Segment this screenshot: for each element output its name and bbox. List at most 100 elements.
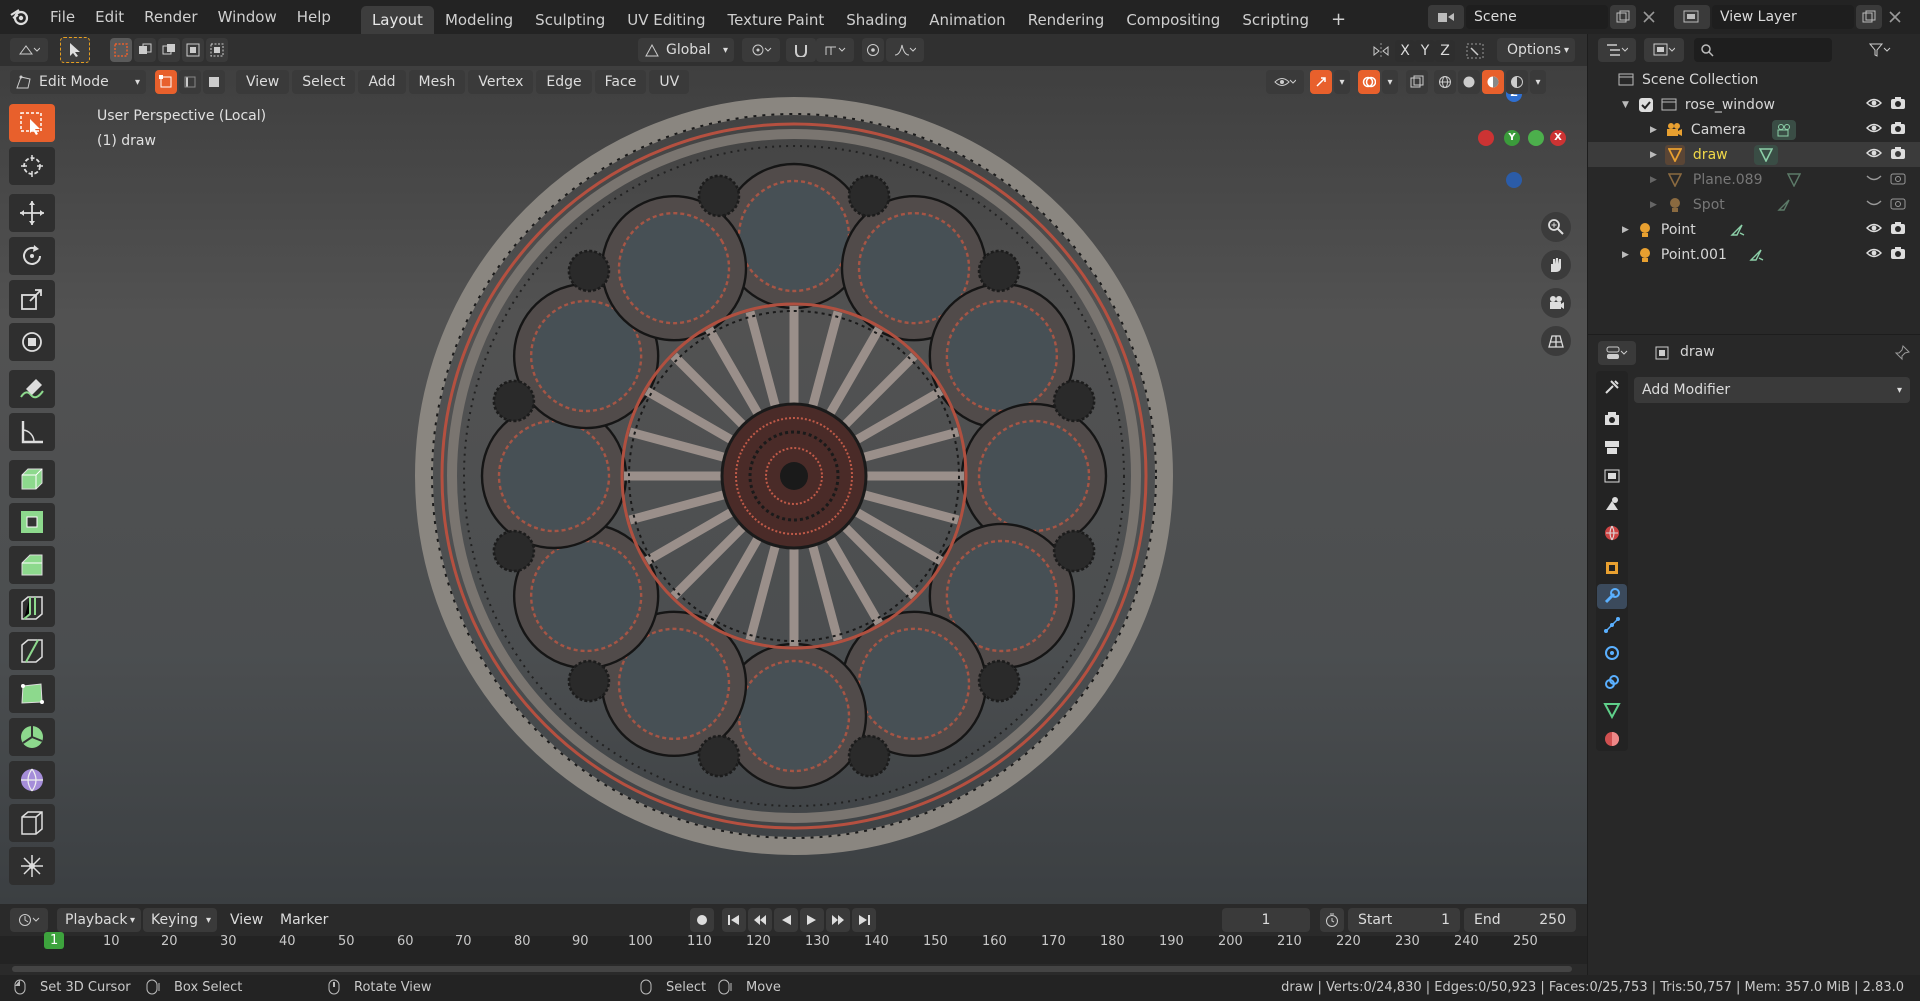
expand-arrow-icon[interactable]: ▼ <box>1622 100 1629 110</box>
tab-render[interactable] <box>1597 407 1627 431</box>
eye-icon[interactable] <box>1866 97 1882 113</box>
menu-vertex[interactable]: Vertex <box>468 70 534 94</box>
mirror-x-toggle[interactable]: X <box>1395 40 1415 62</box>
cursor-tool-icon[interactable] <box>9 147 55 185</box>
gizmo-neg-y-axis[interactable] <box>1528 130 1544 146</box>
select-new-icon[interactable] <box>110 38 132 62</box>
select-intersect-icon[interactable] <box>206 38 228 62</box>
tab-animation[interactable]: Animation <box>918 6 1016 34</box>
camera-render-icon[interactable] <box>1890 246 1906 264</box>
snap-icon[interactable] <box>786 38 816 62</box>
eye-icon[interactable] <box>1866 222 1882 238</box>
outliner-row-plane-089[interactable]: ▶ Plane.089 <box>1588 167 1920 192</box>
eye-icon[interactable] <box>1866 147 1882 163</box>
3d-viewport[interactable]: User Perspective (Local) (1) draw Z Y X <box>0 66 1587 904</box>
transform-orientation-dropdown[interactable]: Global ▾ <box>638 38 734 62</box>
outliner-row-spot[interactable]: ▶ Spot <box>1588 192 1920 217</box>
tab-output[interactable] <box>1597 435 1627 459</box>
mirror-y-toggle[interactable]: Y <box>1415 40 1435 62</box>
inset-faces-tool-icon[interactable] <box>9 503 55 541</box>
start-frame-field[interactable]: Start 1 <box>1348 908 1460 932</box>
smooth-tool-icon[interactable] <box>9 761 55 799</box>
menu-window[interactable]: Window <box>208 0 287 34</box>
light-data-icon[interactable] <box>1777 198 1791 212</box>
jump-keyframe-back-button[interactable] <box>748 908 772 932</box>
gizmo-neg-z-axis[interactable] <box>1506 172 1522 188</box>
expand-arrow-icon[interactable]: ▶ <box>1622 250 1629 260</box>
scene-collection-row[interactable]: Scene Collection <box>1588 67 1920 92</box>
wireframe-shading-icon[interactable] <box>1434 70 1456 94</box>
tab-object-data[interactable] <box>1597 698 1627 722</box>
menu-uv[interactable]: UV <box>649 70 690 94</box>
shading-dropdown-icon[interactable]: ▾ <box>1530 70 1546 94</box>
mesh-data-icon[interactable] <box>1753 144 1778 165</box>
properties-editor-type-icon[interactable] <box>1598 341 1636 365</box>
jump-end-button[interactable] <box>852 908 876 932</box>
outliner-row-camera[interactable]: ▶ Camera <box>1588 117 1920 142</box>
record-button[interactable] <box>690 908 714 932</box>
menu-select[interactable]: Select <box>292 70 356 94</box>
display-mode-icon[interactable] <box>1644 38 1684 62</box>
camera-render-icon[interactable] <box>1890 96 1906 114</box>
material-preview-shading-icon[interactable] <box>1482 70 1504 94</box>
overlays-toggle-icon[interactable] <box>1358 70 1380 94</box>
bevel-tool-icon[interactable] <box>9 546 55 584</box>
light-data-icon[interactable] <box>1729 223 1746 237</box>
select-tool-mode-icon[interactable] <box>60 37 90 63</box>
tab-tool[interactable] <box>1597 375 1627 399</box>
eye-closed-icon[interactable] <box>1866 172 1882 188</box>
pin-icon[interactable] <box>1894 345 1910 361</box>
tab-scene[interactable] <box>1597 492 1627 516</box>
shrink-fatten-tool-icon[interactable] <box>9 847 55 885</box>
timeline-editor-type-icon[interactable] <box>10 908 48 932</box>
outliner-search-input[interactable] <box>1694 38 1832 62</box>
view-layer-selector-icon[interactable] <box>1674 5 1710 29</box>
options-dropdown[interactable]: Options ▾ <box>1497 38 1575 62</box>
camera-render-icon[interactable] <box>1890 221 1906 239</box>
mode-dropdown[interactable]: Edit Mode ▾ <box>10 70 146 94</box>
select-extend-icon[interactable] <box>134 38 156 62</box>
scene-selector-icon[interactable] <box>1428 5 1464 29</box>
gizmo-neg-x-axis[interactable] <box>1478 130 1494 146</box>
collection-checkbox[interactable] <box>1638 97 1653 112</box>
tab-layout[interactable]: Layout <box>360 6 434 34</box>
select-subtract-icon[interactable] <box>158 38 180 62</box>
camera-view-icon[interactable] <box>1541 288 1571 318</box>
tab-modifiers[interactable] <box>1597 584 1627 609</box>
tab-shading[interactable]: Shading <box>835 6 918 34</box>
tab-world[interactable] <box>1597 521 1627 545</box>
outliner-row-point-001[interactable]: ▶ Point.001 <box>1588 242 1920 267</box>
mirror-z-toggle[interactable]: Z <box>1435 40 1455 62</box>
spin-tool-icon[interactable] <box>9 718 55 756</box>
jump-keyframe-forward-button[interactable] <box>826 908 850 932</box>
navigation-gizmo[interactable]: Z Y X <box>1470 86 1566 188</box>
rotate-tool-icon[interactable] <box>9 237 55 275</box>
poly-build-tool-icon[interactable] <box>9 675 55 713</box>
expand-arrow-icon[interactable]: ▶ <box>1650 175 1657 185</box>
mesh-data-icon[interactable] <box>1786 172 1801 187</box>
selectability-visibility-icon[interactable] <box>1266 70 1304 94</box>
filter-icon[interactable] <box>1862 38 1898 62</box>
menu-file[interactable]: File <box>40 0 85 34</box>
overlays-dropdown-icon[interactable]: ▾ <box>1382 70 1398 94</box>
eye-icon[interactable] <box>1866 247 1882 263</box>
outliner-editor-type-icon[interactable] <box>1598 38 1636 62</box>
select-invert-icon[interactable] <box>182 38 204 62</box>
tab-material[interactable] <box>1597 727 1627 751</box>
eye-closed-icon[interactable] <box>1866 197 1882 213</box>
camera-render-disabled-icon[interactable] <box>1890 196 1906 214</box>
expand-arrow-icon[interactable]: ▶ <box>1622 225 1629 235</box>
proportional-falloff-icon[interactable] <box>886 38 924 62</box>
move-tool-icon[interactable] <box>9 194 55 232</box>
menu-help[interactable]: Help <box>287 0 341 34</box>
scene-name-field[interactable]: Scene <box>1466 5 1608 29</box>
menu-add[interactable]: Add <box>358 70 406 94</box>
tab-view-layer[interactable] <box>1597 464 1627 488</box>
camera-data-icon[interactable] <box>1771 119 1796 140</box>
new-view-layer-icon[interactable] <box>1856 5 1882 29</box>
auto-merge-icon[interactable] <box>1466 42 1486 64</box>
view-layer-name-field[interactable]: View Layer <box>1712 5 1854 29</box>
playback-menu[interactable]: Playback ▾ <box>57 908 141 932</box>
menu-face[interactable]: Face <box>594 70 647 94</box>
tab-constraints[interactable] <box>1597 670 1627 694</box>
